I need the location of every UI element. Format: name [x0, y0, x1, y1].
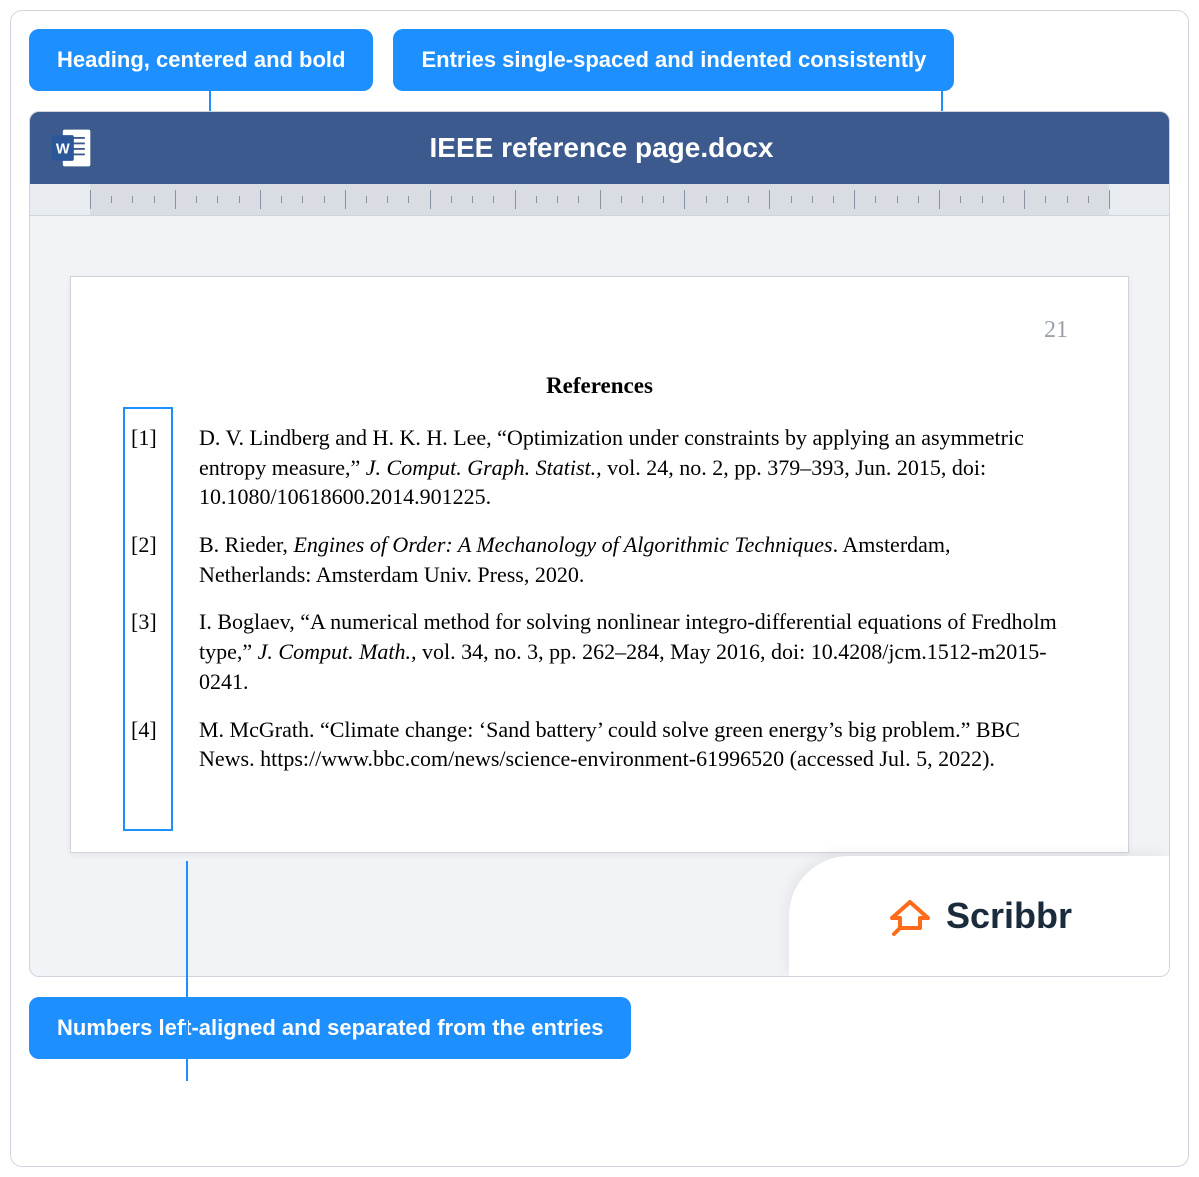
document-body: 21 References [1] D. V. Lindberg and H. K…: [30, 216, 1169, 976]
references-heading: References: [131, 373, 1068, 399]
svg-text:W: W: [56, 142, 70, 158]
reference-number: [3]: [131, 607, 173, 696]
page: 21 References [1] D. V. Lindberg and H. K…: [70, 276, 1129, 853]
ruler: [30, 184, 1169, 216]
reference-text: B. Rieder, Engines of Order: A Mechanolo…: [199, 530, 1068, 589]
scribbr-logo-icon: [886, 892, 934, 940]
word-window: W IEEE reference page.docx 21 References…: [29, 111, 1170, 977]
annotation-numbers: Numbers left-aligned and separated from …: [29, 997, 631, 1059]
reference-text: I. Boglaev, “A numerical method for solv…: [199, 607, 1068, 696]
word-icon: W: [50, 126, 94, 170]
brand-name: Scribbr: [946, 895, 1072, 937]
titlebar: W IEEE reference page.docx: [30, 112, 1169, 184]
reference-row: [4] M. McGrath. “Climate change: ‘Sand ba…: [131, 715, 1068, 774]
annotation-entries: Entries single-spaced and indented consi…: [393, 29, 954, 91]
reference-number: [2]: [131, 530, 173, 589]
reference-row: [2] B. Rieder, Engines of Order: A Mechan…: [131, 530, 1068, 589]
top-annotation-row: Heading, centered and bold Entries singl…: [29, 29, 1170, 91]
reference-number: [4]: [131, 715, 173, 774]
reference-list: [1] D. V. Lindberg and H. K. H. Lee, “Opt…: [131, 423, 1068, 774]
reference-text: M. McGrath. “Climate change: ‘Sand batte…: [199, 715, 1068, 774]
reference-number: [1]: [131, 423, 173, 512]
annotation-heading: Heading, centered and bold: [29, 29, 373, 91]
document-title: IEEE reference page.docx: [114, 132, 1149, 164]
reference-row: [1] D. V. Lindberg and H. K. H. Lee, “Opt…: [131, 423, 1068, 512]
diagram-frame: Heading, centered and bold Entries singl…: [10, 10, 1189, 1167]
reference-text: D. V. Lindberg and H. K. H. Lee, “Optimi…: [199, 423, 1068, 512]
page-number: 21: [1044, 317, 1068, 344]
brand-corner: Scribbr: [789, 856, 1169, 976]
reference-row: [3] I. Boglaev, “A numerical method for s…: [131, 607, 1068, 696]
